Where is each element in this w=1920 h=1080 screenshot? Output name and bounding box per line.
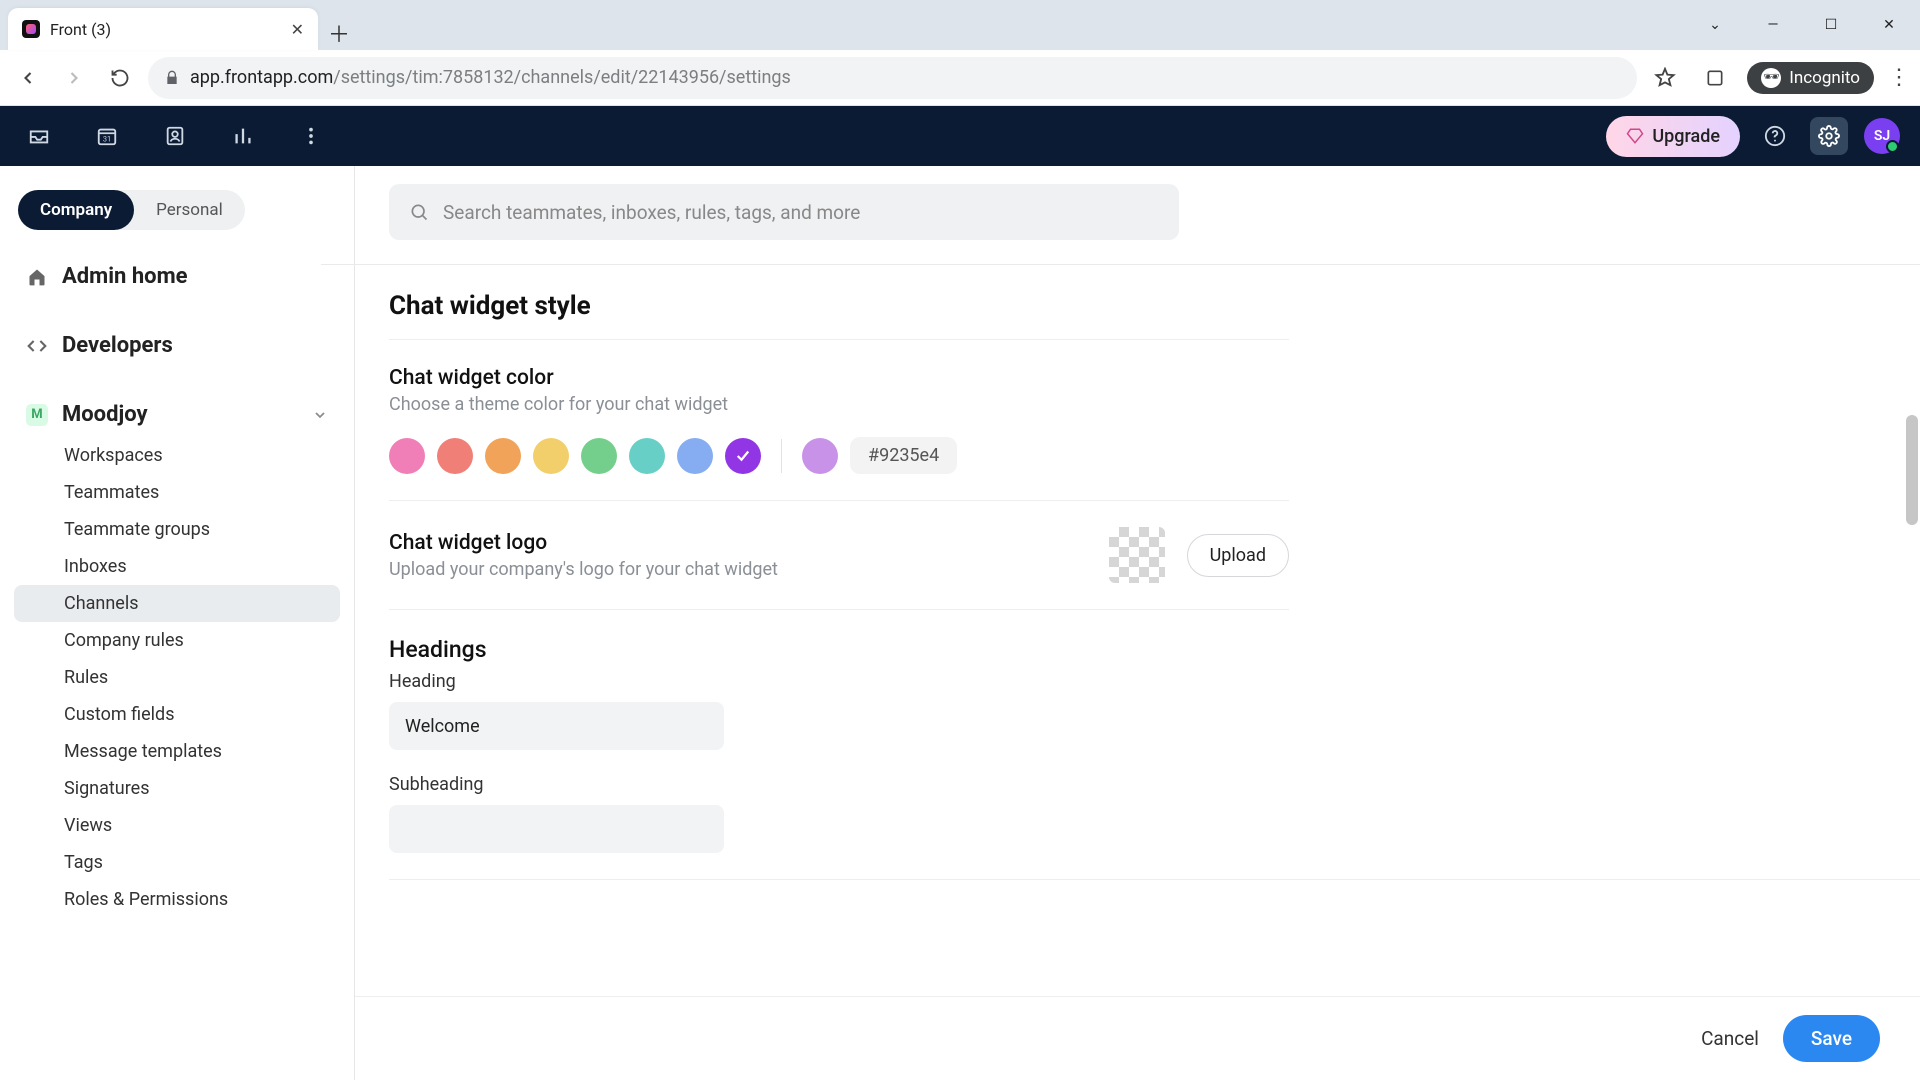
page-title: Chat widget style bbox=[389, 291, 1886, 321]
upgrade-button[interactable]: Upgrade bbox=[1606, 116, 1740, 157]
scrollbar-thumb[interactable] bbox=[1906, 415, 1918, 525]
nav-back-button[interactable] bbox=[10, 60, 46, 96]
sidebar-item-tags[interactable]: Tags bbox=[14, 844, 340, 881]
sidebar-item-custom-fields[interactable]: Custom fields bbox=[14, 696, 340, 733]
upload-button[interactable]: Upload bbox=[1187, 534, 1289, 577]
footer-bar: Cancel Save bbox=[355, 996, 1920, 1080]
favicon-icon bbox=[22, 20, 40, 38]
sidebar: Company Personal Admin home Developers M… bbox=[0, 166, 355, 1080]
headings-section: Headings Heading Subheading bbox=[389, 610, 1289, 879]
window-maximize-icon[interactable]: ☐ bbox=[1816, 17, 1846, 33]
tab-title: Front (3) bbox=[50, 20, 281, 39]
logo-preview bbox=[1109, 527, 1165, 583]
search-placeholder: Search teammates, inboxes, rules, tags, … bbox=[443, 201, 860, 224]
sidebar-item-inboxes[interactable]: Inboxes bbox=[14, 548, 340, 585]
color-swatch[interactable] bbox=[533, 438, 569, 474]
window-close-icon[interactable]: ✕ bbox=[1874, 17, 1904, 33]
avatar[interactable]: SJ bbox=[1864, 118, 1900, 154]
window-minimize-icon[interactable]: ― bbox=[1758, 17, 1788, 33]
svg-text:31: 31 bbox=[103, 135, 111, 144]
logo-subtitle: Upload your company's logo for your chat… bbox=[389, 559, 1109, 580]
sidebar-item-roles-permissions[interactable]: Roles & Permissions bbox=[14, 881, 340, 918]
nav-reload-button[interactable] bbox=[102, 60, 138, 96]
nav-label: Developers bbox=[62, 333, 173, 358]
sidebar-item-rules[interactable]: Rules bbox=[14, 659, 340, 696]
nav-label: Admin home bbox=[62, 264, 188, 289]
window-controls: ⌄ ― ☐ ✕ bbox=[1700, 17, 1912, 33]
incognito-badge[interactable]: 🕶 Incognito bbox=[1747, 62, 1874, 94]
tab-close-icon[interactable]: ✕ bbox=[291, 20, 304, 39]
color-swatch[interactable] bbox=[389, 438, 425, 474]
upgrade-label: Upgrade bbox=[1652, 126, 1720, 147]
browser-menu-icon[interactable]: ⋮ bbox=[1888, 65, 1910, 90]
code-icon bbox=[26, 336, 48, 356]
color-subtitle: Choose a theme color for your chat widge… bbox=[389, 394, 1289, 415]
nav-org[interactable]: M Moodjoy bbox=[14, 392, 340, 437]
color-title: Chat widget color bbox=[389, 366, 1289, 390]
incognito-label: Incognito bbox=[1789, 68, 1860, 88]
heading-label: Heading bbox=[389, 671, 1289, 692]
main-panel: Search teammates, inboxes, rules, tags, … bbox=[355, 166, 1920, 1080]
org-badge-icon: M bbox=[26, 404, 48, 426]
inbox-icon[interactable] bbox=[20, 117, 58, 155]
lock-icon bbox=[164, 70, 180, 86]
color-swatch-custom[interactable] bbox=[802, 438, 838, 474]
save-button[interactable]: Save bbox=[1783, 1015, 1880, 1062]
tabs-dropdown-icon[interactable]: ⌄ bbox=[1700, 17, 1730, 33]
content-scroll[interactable]: Chat widget style Chat widget color Choo… bbox=[355, 265, 1920, 1080]
sidebar-item-channels[interactable]: Channels bbox=[14, 585, 340, 622]
url-input[interactable]: app.frontapp.com/settings/tim:7858132/ch… bbox=[148, 57, 1637, 99]
headings-title: Headings bbox=[389, 636, 1289, 663]
more-icon[interactable] bbox=[292, 117, 330, 155]
sidebar-item-workspaces[interactable]: Workspaces bbox=[14, 437, 340, 474]
sidebar-item-teammates[interactable]: Teammates bbox=[14, 474, 340, 511]
nav-developers[interactable]: Developers bbox=[14, 323, 340, 368]
chevron-down-icon bbox=[312, 407, 328, 423]
cancel-button[interactable]: Cancel bbox=[1701, 1027, 1759, 1050]
nav-label: Moodjoy bbox=[62, 402, 148, 427]
incognito-icon: 🕶 bbox=[1761, 68, 1781, 88]
browser-tab-strip: Front (3) ✕ ＋ ⌄ ― ☐ ✕ bbox=[0, 0, 1920, 50]
scope-toggle: Company Personal bbox=[18, 190, 245, 230]
hex-input[interactable]: #9235e4 bbox=[850, 437, 957, 474]
sidebar-item-teammate-groups[interactable]: Teammate groups bbox=[14, 511, 340, 548]
contacts-icon[interactable] bbox=[156, 117, 194, 155]
color-section: Chat widget color Choose a theme color f… bbox=[389, 340, 1289, 500]
sidebar-item-signatures[interactable]: Signatures bbox=[14, 770, 340, 807]
upload-label: Upload bbox=[1210, 545, 1266, 566]
bookmark-star-icon[interactable] bbox=[1647, 60, 1683, 96]
browser-address-bar: app.frontapp.com/settings/tim:7858132/ch… bbox=[0, 50, 1920, 106]
color-swatch[interactable] bbox=[437, 438, 473, 474]
nav-forward-button[interactable] bbox=[56, 60, 92, 96]
new-tab-button[interactable]: ＋ bbox=[322, 16, 356, 50]
calendar-icon[interactable]: 31 bbox=[88, 117, 126, 155]
settings-icon[interactable] bbox=[1810, 117, 1848, 155]
browser-tab[interactable]: Front (3) ✕ bbox=[8, 8, 318, 50]
color-swatch[interactable] bbox=[629, 438, 665, 474]
sidebar-item-message-templates[interactable]: Message templates bbox=[14, 733, 340, 770]
search-icon bbox=[409, 202, 429, 222]
nav-admin-home[interactable]: Admin home bbox=[14, 254, 340, 299]
analytics-icon[interactable] bbox=[224, 117, 262, 155]
home-icon bbox=[26, 267, 48, 287]
color-swatch[interactable] bbox=[725, 438, 761, 474]
subheading-input[interactable] bbox=[389, 805, 724, 853]
url-text: app.frontapp.com/settings/tim:7858132/ch… bbox=[190, 67, 791, 88]
search-input[interactable]: Search teammates, inboxes, rules, tags, … bbox=[389, 184, 1179, 240]
logo-section: Chat widget logo Upload your company's l… bbox=[389, 501, 1289, 609]
help-icon[interactable] bbox=[1756, 117, 1794, 155]
diamond-icon bbox=[1626, 127, 1644, 145]
extensions-icon[interactable] bbox=[1697, 60, 1733, 96]
logo-title: Chat widget logo bbox=[389, 531, 1109, 555]
toggle-personal[interactable]: Personal bbox=[134, 190, 245, 230]
subheading-label: Subheading bbox=[389, 774, 1289, 795]
color-swatch[interactable] bbox=[581, 438, 617, 474]
color-swatch[interactable] bbox=[677, 438, 713, 474]
sidebar-item-views[interactable]: Views bbox=[14, 807, 340, 844]
heading-input[interactable] bbox=[389, 702, 724, 750]
color-swatch[interactable] bbox=[485, 438, 521, 474]
sidebar-item-company-rules[interactable]: Company rules bbox=[14, 622, 340, 659]
app-header: 31 Upgrade SJ bbox=[0, 106, 1920, 166]
toggle-company[interactable]: Company bbox=[18, 190, 134, 230]
